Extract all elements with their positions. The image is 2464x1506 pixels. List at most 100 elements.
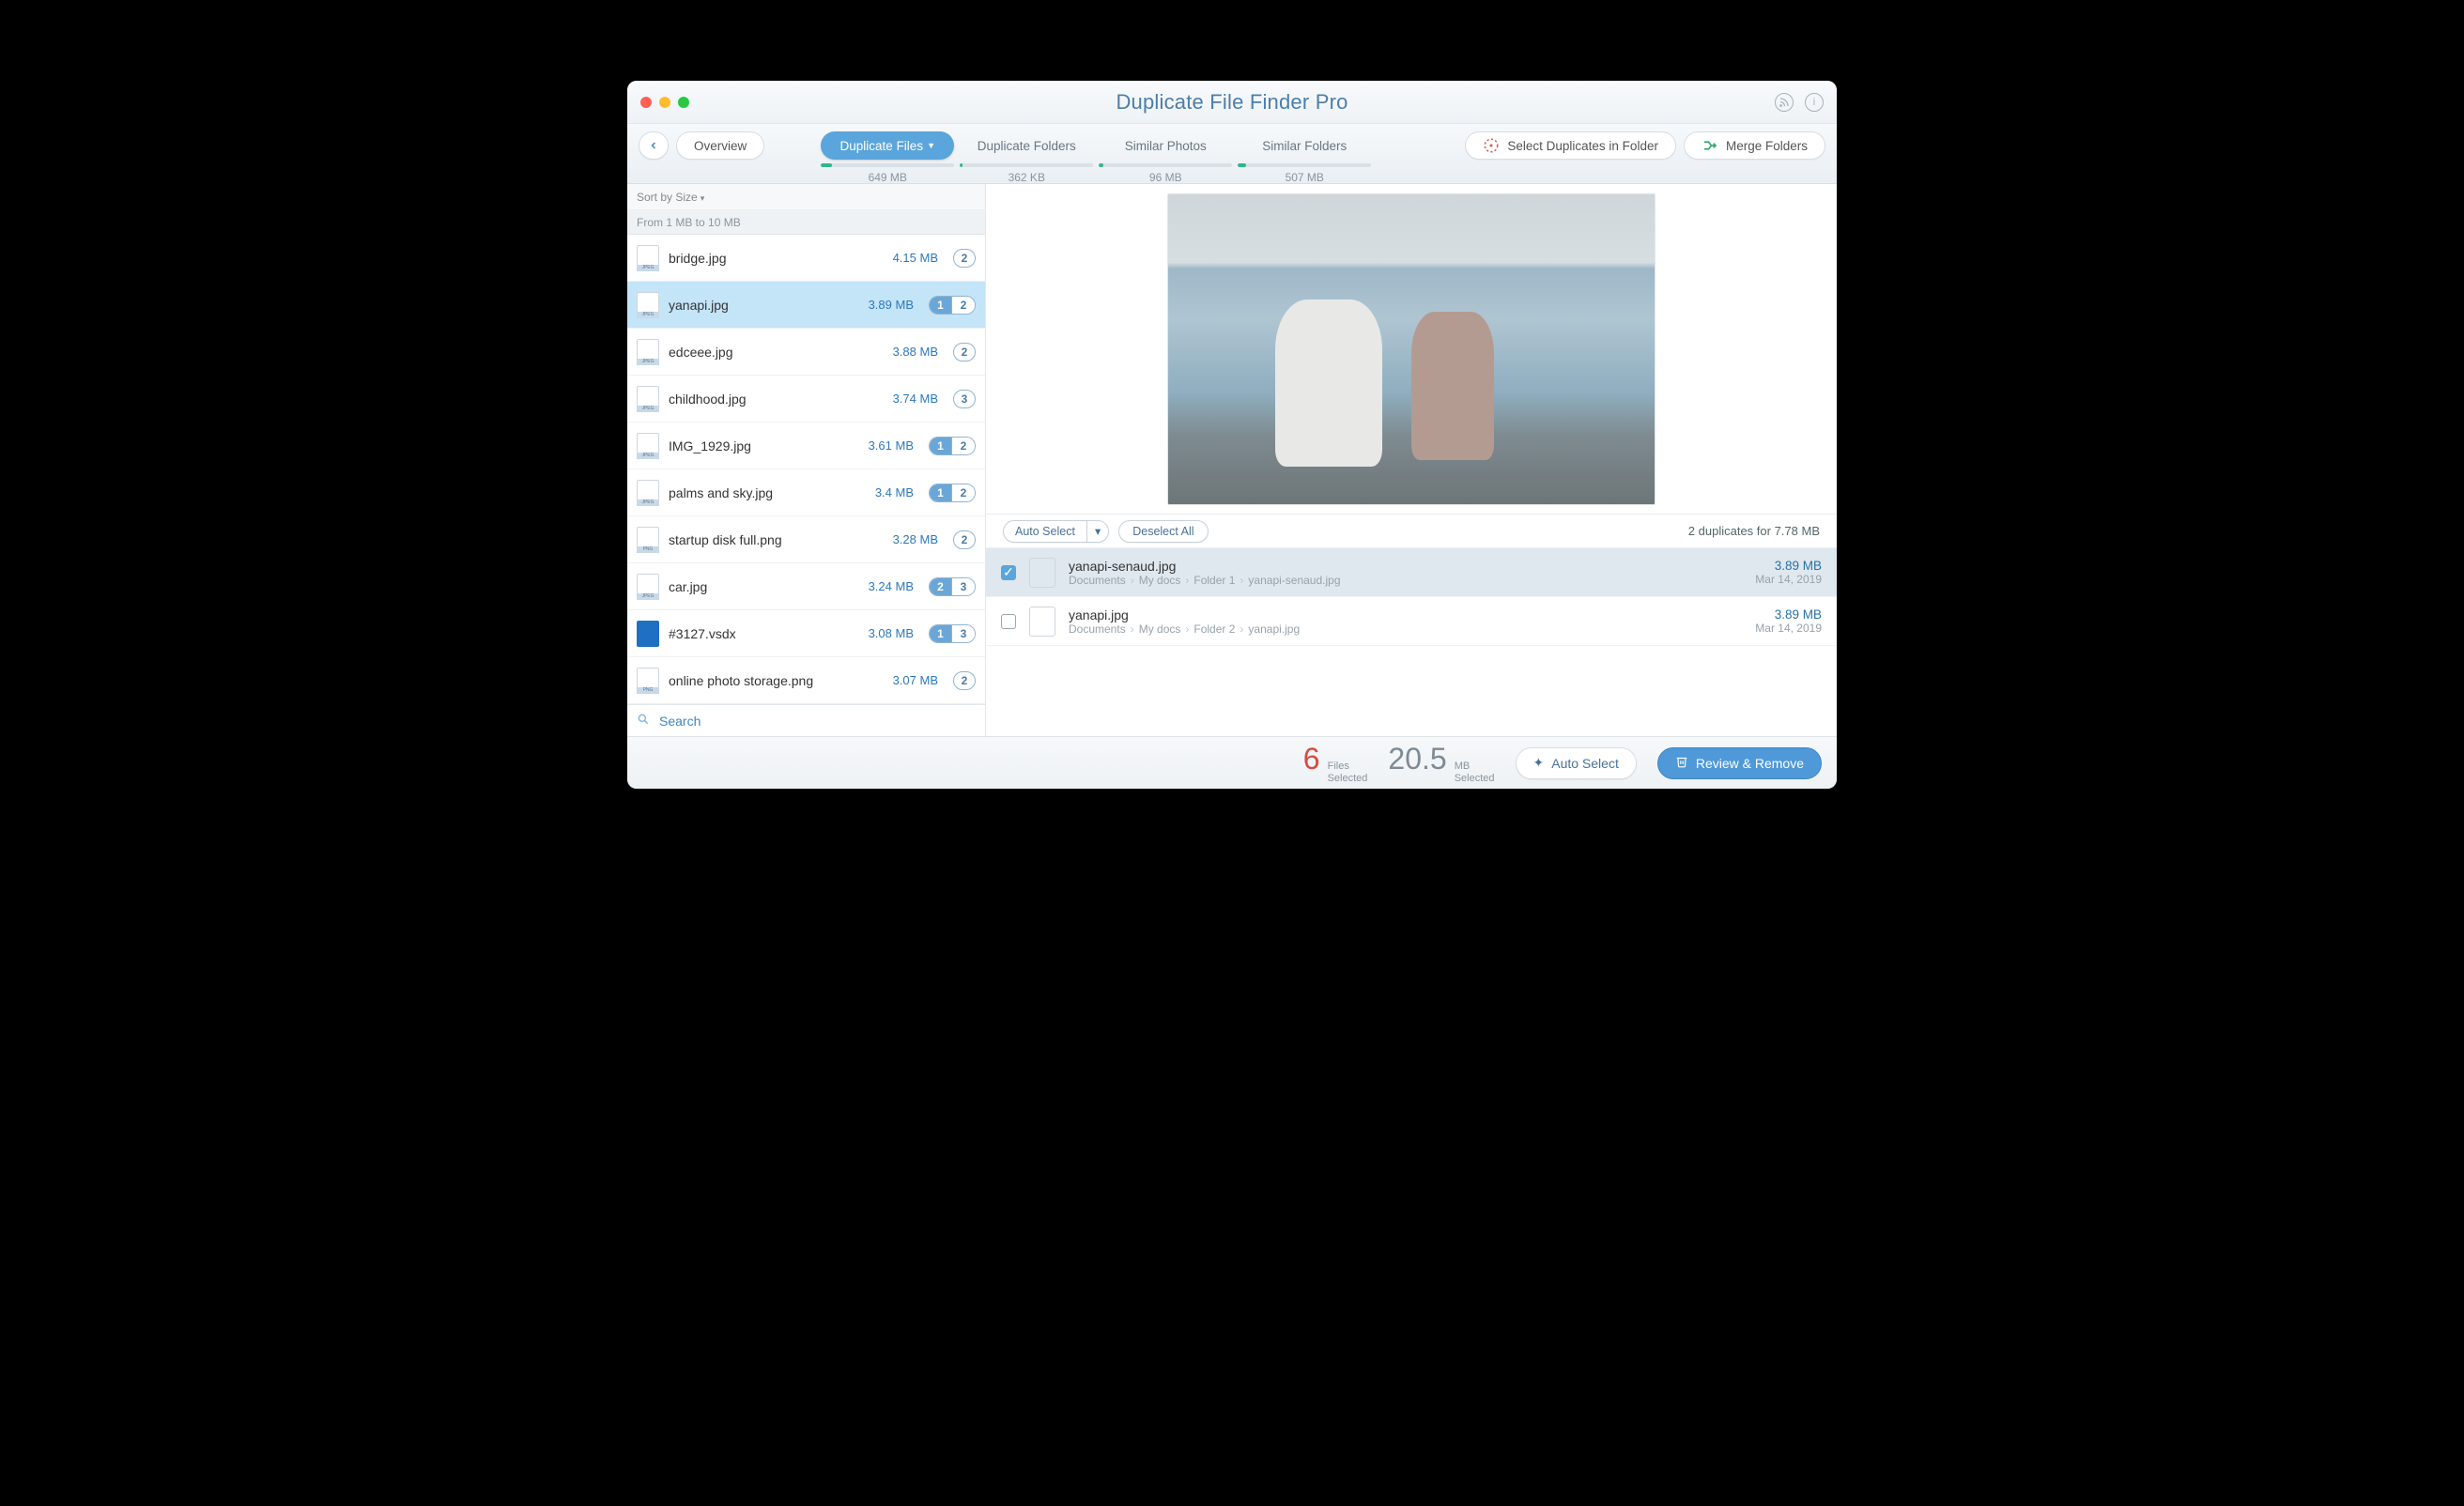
tab-progress (1238, 163, 1371, 167)
duplicate-row[interactable]: ✓ yanapi-senaud.jpgDocuments›My docs›Fold… (986, 548, 1837, 597)
search-label: Search (659, 714, 701, 729)
file-type-icon (637, 245, 659, 271)
toolbar: Overview Duplicate Files ▼649 MBDuplicat… (627, 124, 1837, 184)
footer: 6 FilesSelected 20.5 MBSelected ✦ Auto S… (627, 736, 1837, 789)
list-item[interactable]: startup disk full.png 3.28 MB 2 (627, 516, 985, 563)
selection-badge-pair[interactable]: 12 (929, 296, 976, 315)
file-name: #3127.vsdx (669, 626, 859, 641)
file-type-icon (637, 339, 659, 365)
file-name: startup disk full.png (669, 532, 884, 547)
tab-duplicate-files[interactable]: Duplicate Files ▼649 MB (821, 131, 954, 184)
image-preview (986, 184, 1837, 515)
duplicate-file-date: Mar 14, 2019 (1755, 573, 1822, 586)
duplicate-file-size: 3.89 MB (1775, 607, 1822, 622)
tab-size: 649 MB (869, 171, 907, 184)
duplicate-file-name: yanapi-senaud.jpg (1069, 559, 1742, 574)
file-type-icon (637, 480, 659, 506)
list-item[interactable]: bridge.jpg4.15 MB2 (627, 235, 985, 282)
file-name: car.jpg (669, 579, 859, 594)
auto-select-label: Auto Select (1004, 521, 1086, 542)
target-icon (1483, 137, 1500, 154)
checkbox[interactable]: ✓ (1001, 565, 1016, 580)
tab-label: Similar Folders (1238, 131, 1371, 160)
merge-icon (1702, 137, 1718, 154)
file-type-icon (637, 527, 659, 553)
list-item[interactable]: yanapi.jpg3.89 MB12 (627, 282, 985, 329)
duplicate-file-path: Documents›My docs›Folder 1›yanapi-senaud… (1069, 574, 1742, 587)
review-remove-button[interactable]: Review & Remove (1657, 747, 1822, 779)
file-name: IMG_1929.jpg (669, 438, 859, 453)
files-selected-stat: 6 FilesSelected (1303, 742, 1368, 783)
overview-button[interactable]: Overview (676, 131, 764, 160)
category-tabs: Duplicate Files ▼649 MBDuplicate Folders… (821, 131, 1371, 184)
file-type-icon (637, 386, 659, 412)
select-duplicates-in-folder-button[interactable]: Select Duplicates in Folder (1465, 131, 1676, 160)
auto-select-dropdown[interactable]: Auto Select ▾ (1003, 520, 1109, 543)
file-name: bridge.jpg (669, 251, 884, 266)
list-item[interactable]: #3127.vsdx 3.08 MB 13 (627, 610, 985, 657)
selection-badge-pair[interactable]: 13 (929, 624, 976, 643)
file-list[interactable]: bridge.jpg4.15 MB2yanapi.jpg3.89 MB12edc… (627, 235, 985, 704)
file-name: yanapi.jpg (669, 298, 859, 313)
merge-folders-button[interactable]: Merge Folders (1684, 131, 1825, 160)
file-size: 3.07 MB (893, 673, 938, 687)
list-item[interactable]: car.jpg3.24 MB23 (627, 563, 985, 610)
chevron-down-icon[interactable]: ▾ (1086, 521, 1108, 542)
selection-badge-pair[interactable]: 12 (929, 437, 976, 455)
tab-label: Duplicate Folders (960, 131, 1093, 160)
back-button[interactable] (639, 131, 669, 160)
app-title: Duplicate File Finder Pro (627, 90, 1837, 115)
tab-label: Similar Photos (1099, 131, 1232, 160)
file-name: edceee.jpg (669, 345, 884, 360)
tab-progress (960, 163, 1093, 167)
count-badge: 2 (953, 343, 976, 361)
list-item[interactable]: palms and sky.jpg 3.4 MB 12 (627, 469, 985, 516)
duplicate-row[interactable]: yanapi.jpgDocuments›My docs›Folder 2›yan… (986, 597, 1837, 646)
deselect-all-button[interactable]: Deselect All (1118, 520, 1208, 543)
file-type-icon (1029, 607, 1055, 637)
file-size: 3.74 MB (893, 392, 938, 406)
file-size: 3.4 MB (875, 485, 914, 499)
file-size: 3.08 MB (869, 626, 914, 640)
duplicate-list-toolbar: Auto Select ▾ Deselect All 2 duplicates … (986, 515, 1837, 548)
file-size: 3.28 MB (893, 532, 938, 546)
files-count: 6 (1303, 742, 1320, 776)
file-name: palms and sky.jpg (669, 485, 866, 500)
mb-selected-stat: 20.5 MBSelected (1388, 742, 1494, 783)
tab-size: 96 MB (1149, 171, 1182, 184)
file-name: online photo storage.png (669, 673, 884, 688)
sidebar: Sort by Size From 1 MB to 10 MB bridge.j… (627, 184, 986, 736)
sort-dropdown[interactable]: Sort by Size (627, 184, 985, 210)
checkbox[interactable] (1001, 614, 1016, 629)
file-type-icon (637, 433, 659, 459)
tab-similar-photos[interactable]: Similar Photos 96 MB (1099, 131, 1232, 184)
duplicate-file-name: yanapi.jpg (1069, 607, 1742, 622)
duplicates-summary: 2 duplicates for 7.78 MB (1688, 524, 1820, 538)
app-window: Duplicate File Finder Pro i Overview Dup… (627, 81, 1837, 789)
range-label: From 1 MB to 10 MB (637, 216, 741, 229)
main-panel: Auto Select ▾ Deselect All 2 duplicates … (986, 184, 1837, 736)
file-size: 3.61 MB (869, 438, 914, 453)
tab-similar-folders[interactable]: Similar Folders507 MB (1238, 131, 1371, 184)
list-item[interactable]: childhood.jpg3.74 MB3 (627, 376, 985, 423)
selection-badge-pair[interactable]: 12 (929, 484, 976, 502)
footer-auto-select-label: Auto Select (1551, 756, 1619, 771)
list-item[interactable]: online photo storage.png3.07 MB2 (627, 657, 985, 704)
footer-auto-select-button[interactable]: ✦ Auto Select (1516, 747, 1637, 779)
trash-icon (1675, 755, 1688, 771)
file-size: 3.88 MB (893, 345, 938, 359)
list-item[interactable]: IMG_1929.jpg 3.61 MB 12 (627, 423, 985, 469)
list-item[interactable]: edceee.jpg 3.88 MB 2 (627, 329, 985, 376)
select-duplicates-label: Select Duplicates in Folder (1507, 139, 1658, 153)
count-badge: 3 (953, 390, 976, 408)
count-badge: 2 (953, 530, 976, 549)
titlebar: Duplicate File Finder Pro i (627, 81, 1837, 124)
selection-badge-pair[interactable]: 23 (929, 577, 976, 596)
preview-image (1167, 193, 1656, 505)
sort-label: Sort by Size (637, 191, 704, 204)
wand-icon: ✦ (1533, 755, 1545, 771)
tab-duplicate-folders[interactable]: Duplicate Folders362 KB (960, 131, 1093, 184)
search-field[interactable]: Search (627, 704, 985, 736)
duplicate-file-date: Mar 14, 2019 (1755, 622, 1822, 635)
mb-count: 20.5 (1388, 742, 1446, 776)
